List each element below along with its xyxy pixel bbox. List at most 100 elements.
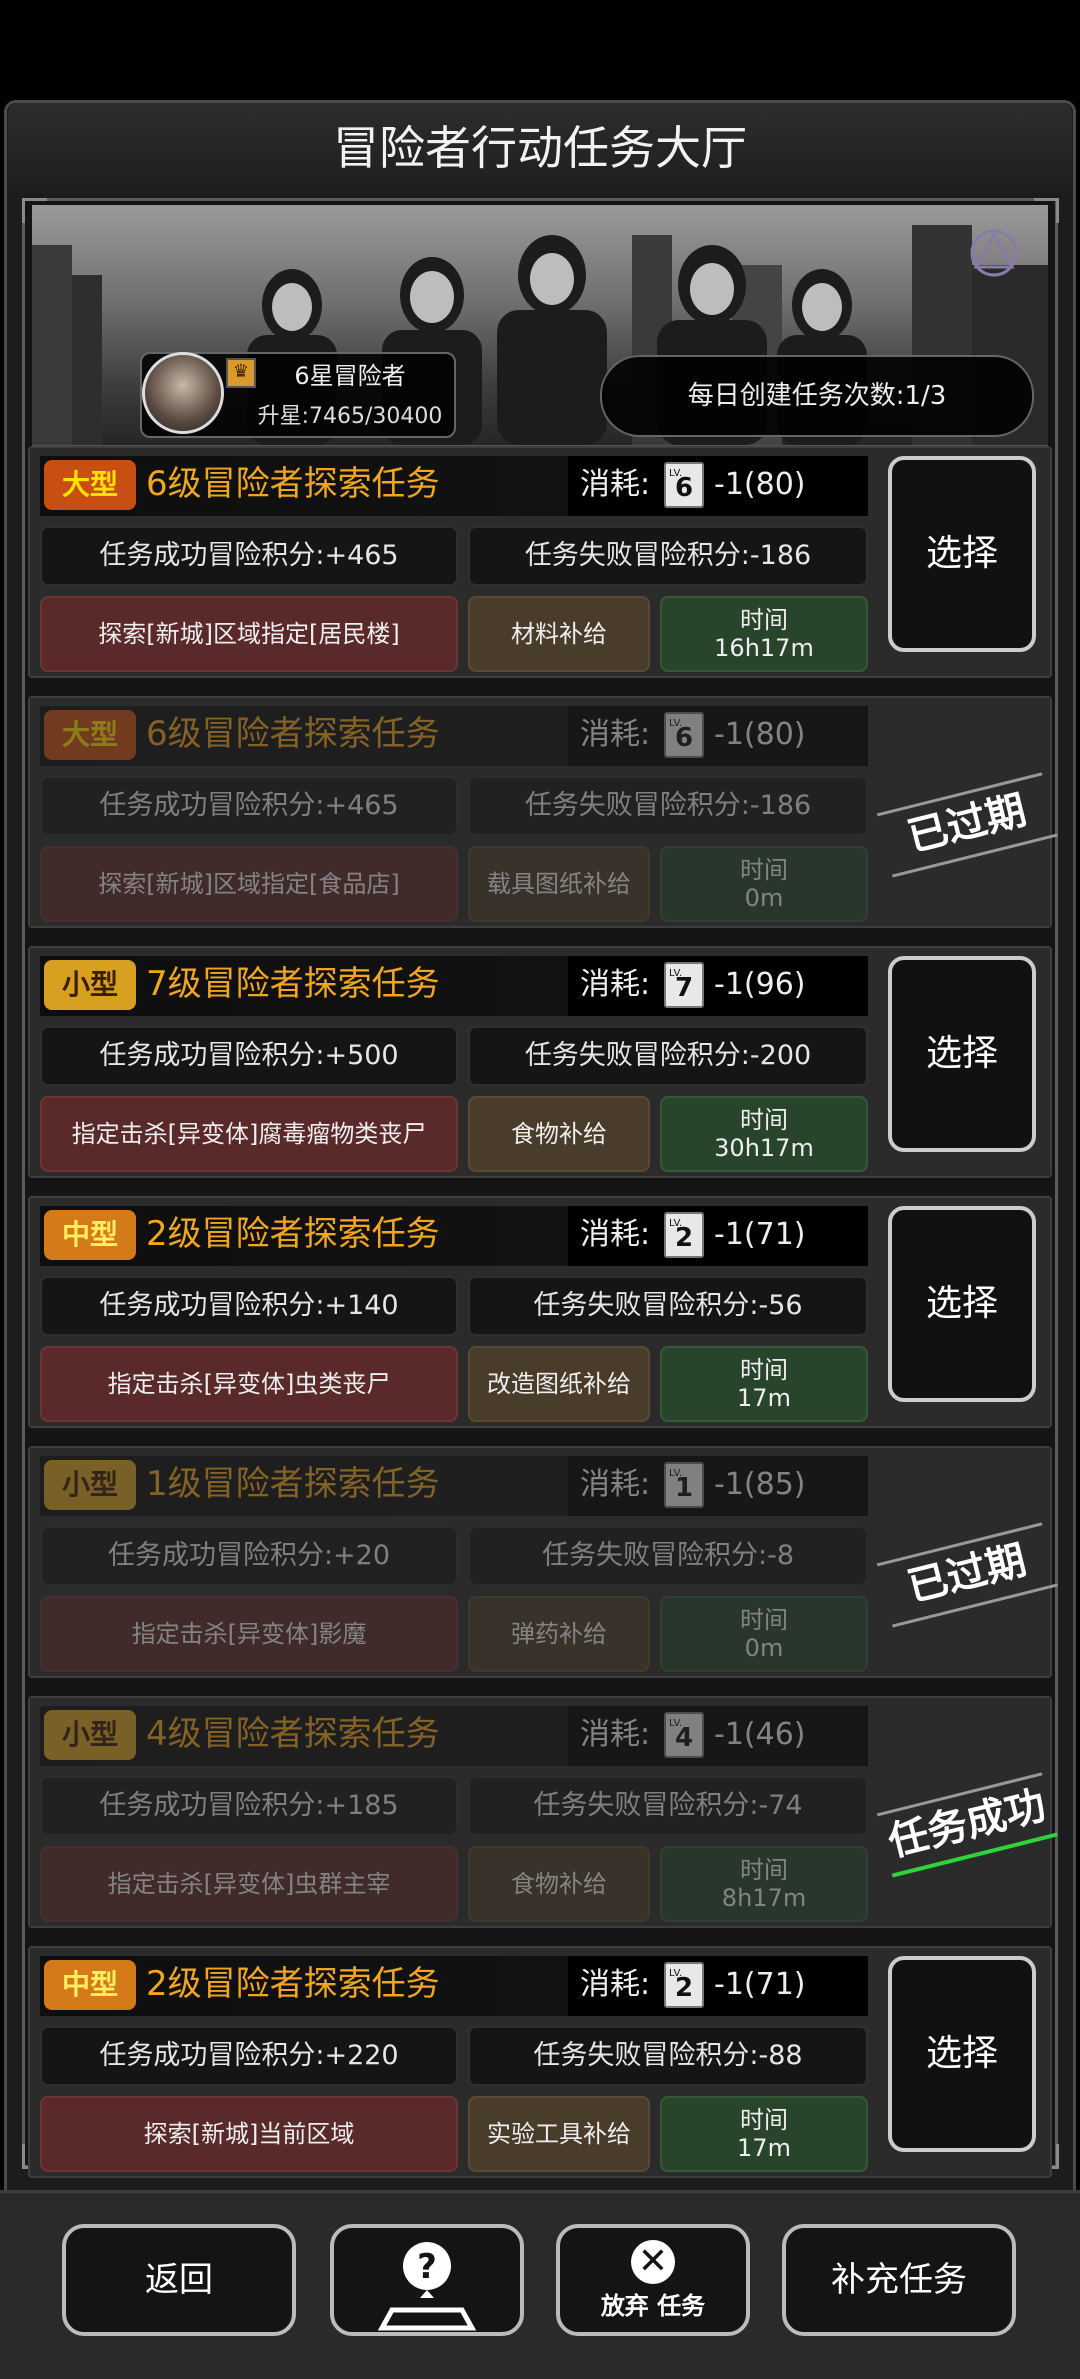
success-score: 任务成功冒险积分:+465	[40, 776, 458, 836]
task-card: 大型 6级冒险者探索任务 消耗: LV. 6 -1(80) 任务成功冒险积分:+465 任务失…	[28, 696, 1052, 928]
level-card-icon: LV. 7	[664, 962, 704, 1008]
level-card-icon: LV. 6	[664, 462, 704, 508]
select-task-button[interactable]: 选择	[888, 1956, 1036, 2152]
close-circle-icon: ✕	[631, 2240, 675, 2284]
task-objective: 探索[新城]区域指定[食品店]	[40, 846, 458, 922]
cost-value: -1(80)	[714, 717, 806, 752]
time-value: 17m	[737, 2134, 791, 2162]
task-time: 时间 0m	[660, 846, 868, 922]
cost-label: 消耗:	[580, 1967, 651, 2002]
lv-prefix: LV.	[669, 718, 683, 729]
task-objective: 指定击杀[异变体]影魔	[40, 1596, 458, 1672]
task-size-badge: 中型	[44, 1960, 136, 2010]
task-card: 大型 6级冒险者探索任务 消耗: LV. 6 -1(80) 任务成功冒险积分:+465 任务失…	[28, 446, 1052, 678]
time-label: 时间	[740, 606, 788, 634]
lv-prefix: LV.	[669, 1218, 683, 1229]
select-task-button[interactable]: 选择	[888, 956, 1036, 1152]
time-label: 时间	[740, 1356, 788, 1384]
fail-score: 任务失败冒险积分:-186	[468, 526, 868, 586]
success-score: 任务成功冒险积分:+185	[40, 1776, 458, 1836]
task-time: 时间 8h17m	[660, 1846, 868, 1922]
fail-score: 任务失败冒险积分:-8	[468, 1526, 868, 1586]
fail-score: 任务失败冒险积分:-200	[468, 1026, 868, 1086]
task-status-stamp: 已过期	[877, 774, 1056, 873]
select-task-button[interactable]: 选择	[888, 456, 1036, 652]
back-button[interactable]: 返回	[62, 2224, 296, 2336]
time-label: 时间	[740, 2106, 788, 2134]
level-card-icon: LV. 2	[664, 1962, 704, 2008]
question-map-icon: ?	[377, 2242, 477, 2331]
page-title: 冒险者行动任务大厅	[8, 103, 1072, 193]
task-title: 2级冒险者探索任务	[146, 1964, 440, 2004]
lv-prefix: LV.	[669, 468, 683, 479]
task-time: 时间 30h17m	[660, 1096, 868, 1172]
help-button[interactable]: ?	[330, 2224, 524, 2336]
task-time: 时间 0m	[660, 1596, 868, 1672]
task-status-stamp: 任务成功	[877, 1774, 1056, 1873]
task-card: 小型 7级冒险者探索任务 消耗: LV. 7 -1(96) 任务成功冒险积分:+500 任务失…	[28, 946, 1052, 1178]
time-label: 时间	[740, 1856, 788, 1884]
daily-create-count: 每日创建任务次数:1/3	[600, 355, 1034, 437]
task-time: 时间 17m	[660, 2096, 868, 2172]
task-size-badge: 小型	[44, 1460, 136, 1510]
task-title: 6级冒险者探索任务	[146, 464, 440, 504]
task-title: 4级冒险者探索任务	[146, 1714, 440, 1754]
cost-value: -1(71)	[714, 1967, 806, 2002]
level-card-icon: LV. 2	[664, 1212, 704, 1258]
cost-label: 消耗:	[580, 717, 651, 752]
success-score: 任务成功冒险积分:+140	[40, 1276, 458, 1336]
level-card-icon: LV. 1	[664, 1462, 704, 1508]
lv-prefix: LV.	[669, 968, 683, 979]
abandon-task-label: 放弃 任务	[600, 2292, 706, 2320]
task-reward: 改造图纸补给	[468, 1346, 650, 1422]
success-score: 任务成功冒险积分:+20	[40, 1526, 458, 1586]
time-value: 0m	[744, 884, 784, 912]
rank-progress: 升星:7465/30400	[257, 404, 443, 429]
cost-value: -1(85)	[714, 1467, 806, 1502]
lv-prefix: LV.	[669, 1718, 683, 1729]
level-card-icon: LV. 4	[664, 1712, 704, 1758]
refill-task-button[interactable]: 补充任务	[782, 2224, 1016, 2336]
svg-text:?: ?	[417, 2247, 437, 2287]
task-title: 6级冒险者探索任务	[146, 714, 440, 754]
time-value: 8h17m	[721, 1884, 807, 1912]
lv-prefix: LV.	[669, 1468, 683, 1479]
cost-value: -1(46)	[714, 1717, 806, 1752]
select-task-button[interactable]: 选择	[888, 1206, 1036, 1402]
abandon-task-button[interactable]: ✕ 放弃 任务	[556, 2224, 750, 2336]
fail-score: 任务失败冒险积分:-74	[468, 1776, 868, 1836]
task-reward: 弹药补给	[468, 1596, 650, 1672]
task-card: 中型 2级冒险者探索任务 消耗: LV. 2 -1(71) 任务成功冒险积分:+220 任务失…	[28, 1946, 1052, 2178]
cost-label: 消耗:	[580, 1467, 651, 1502]
task-objective: 探索[新城]当前区域	[40, 2096, 458, 2172]
task-card: 小型 1级冒险者探索任务 消耗: LV. 1 -1(85) 任务成功冒险积分:+20 任务失败…	[28, 1446, 1052, 1678]
task-objective: 指定击杀[异变体]虫类丧尸	[40, 1346, 458, 1422]
cost-value: -1(96)	[714, 967, 806, 1002]
time-label: 时间	[740, 1106, 788, 1134]
player-avatar[interactable]	[142, 352, 224, 434]
task-size-badge: 中型	[44, 1210, 136, 1260]
task-objective: 指定击杀[异变体]腐毒瘤物类丧尸	[40, 1096, 458, 1172]
time-label: 时间	[740, 1606, 788, 1634]
task-card: 小型 4级冒险者探索任务 消耗: LV. 4 -1(46) 任务成功冒险积分:+185 任务失…	[28, 1696, 1052, 1928]
fail-score: 任务失败冒险积分:-186	[468, 776, 868, 836]
cost-value: -1(80)	[714, 467, 806, 502]
cost-label: 消耗:	[580, 1717, 651, 1752]
time-value: 16h17m	[714, 634, 814, 662]
cost-label: 消耗:	[580, 967, 651, 1002]
level-card-icon: LV. 6	[664, 712, 704, 758]
time-value: 0m	[744, 1634, 784, 1662]
task-status-stamp: 已过期	[877, 1524, 1056, 1623]
task-time: 时间 17m	[660, 1346, 868, 1422]
task-size-badge: 小型	[44, 960, 136, 1010]
time-value: 30h17m	[714, 1134, 814, 1162]
rank-name: 6星冒险者	[294, 362, 406, 390]
task-reward: 材料补给	[468, 596, 650, 672]
task-title: 2级冒险者探索任务	[146, 1214, 440, 1254]
fail-score: 任务失败冒险积分:-56	[468, 1276, 868, 1336]
task-title: 7级冒险者探索任务	[146, 964, 440, 1004]
cost-label: 消耗:	[580, 1217, 651, 1252]
lv-prefix: LV.	[669, 1968, 683, 1979]
task-size-badge: 小型	[44, 1710, 136, 1760]
time-value: 17m	[737, 1384, 791, 1412]
